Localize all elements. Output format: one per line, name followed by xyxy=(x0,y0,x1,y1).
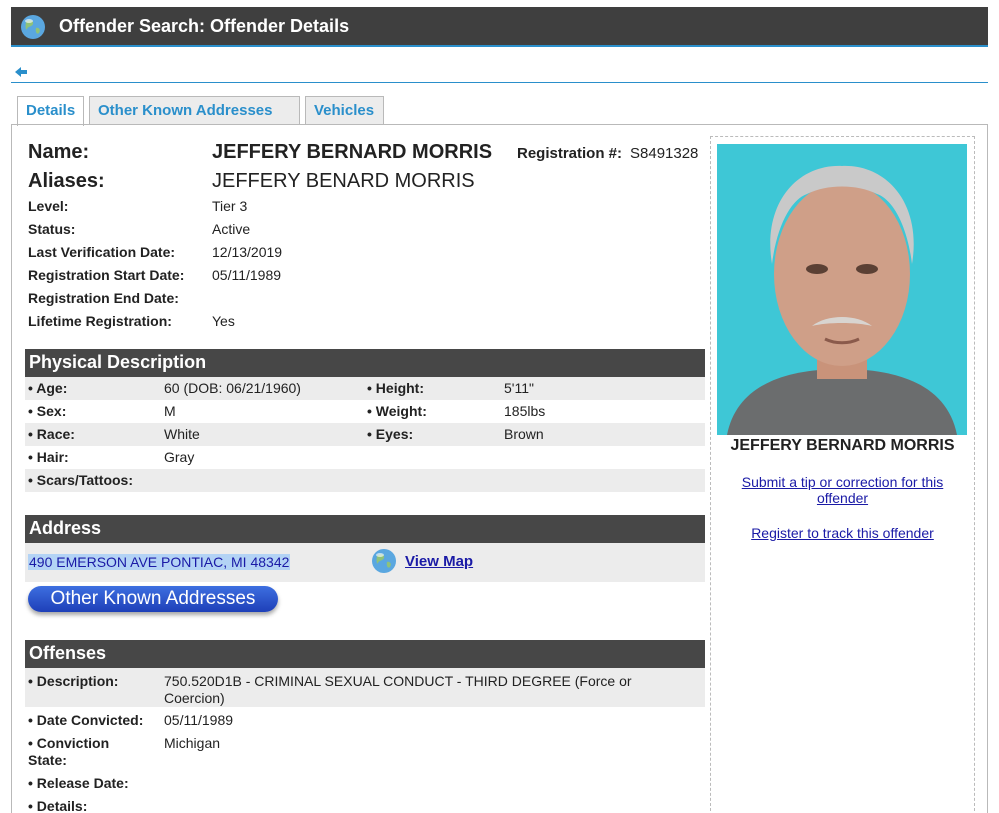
offender-photo xyxy=(717,144,967,435)
name-label: Name: xyxy=(28,141,90,163)
registration-number: S8491328 xyxy=(630,145,699,162)
view-map-link[interactable]: View Map xyxy=(405,553,473,570)
physical-description-heading: Physical Description xyxy=(25,349,705,377)
page-title: Offender Search: Offender Details xyxy=(59,16,350,36)
tab-other-known-addresses[interactable]: Other Known Addresses xyxy=(89,96,300,125)
physical-row-race-eyes: • Race: White • Eyes: Brown xyxy=(25,423,705,446)
submit-tip-link[interactable]: Submit a tip or correction for this offe… xyxy=(725,474,960,506)
other-known-addresses-button[interactable]: Other Known Addresses xyxy=(28,586,278,612)
back-row xyxy=(11,60,988,83)
offense-details-row: • Details: xyxy=(28,798,88,813)
address-heading: Address xyxy=(25,515,705,543)
address-text[interactable]: 490 EMERSON AVE PONTIAC, MI 48342 xyxy=(28,554,291,570)
offense-date-convicted-row: • Date Convicted: 05/11/1989 xyxy=(28,712,234,728)
aliases-value: JEFFERY BENARD MORRIS xyxy=(212,170,475,192)
physical-row-hair: • Hair: Gray xyxy=(28,449,195,465)
register-track-link[interactable]: Register to track this offender xyxy=(725,525,960,541)
globe-icon xyxy=(21,15,45,39)
offender-name: JEFFERY BERNARD MORRIS xyxy=(212,141,493,163)
header-bar: Offender Search: Offender Details xyxy=(11,7,988,47)
photo-caption-name: JEFFERY BERNARD MORRIS xyxy=(730,437,955,454)
aliases-label: Aliases: xyxy=(28,170,105,192)
tab-vehicles[interactable]: Vehicles xyxy=(305,96,384,125)
offense-release-date-row: • Release Date: xyxy=(28,775,129,791)
back-arrow-icon[interactable] xyxy=(14,66,28,78)
physical-row-scars: • Scars/Tattoos: xyxy=(25,469,705,492)
physical-row-age-height: • Age: 60 (DOB: 06/21/1960) • Height: 5'… xyxy=(25,377,705,400)
registration-label: Registration #: xyxy=(517,145,623,162)
offenses-heading: Offenses xyxy=(25,640,705,668)
offense-description-row: • Description: 750.520D1B - CRIMINAL SEX… xyxy=(25,668,705,707)
offense-conviction-state-row: • Conviction State: Michigan xyxy=(28,735,221,768)
offender-photo-illustration xyxy=(717,144,967,435)
tab-details[interactable]: Details xyxy=(17,96,84,126)
address-row: 490 EMERSON AVE PONTIAC, MI 48342 View M… xyxy=(25,543,705,582)
physical-row-sex-weight: • Sex: M • Weight: 185lbs xyxy=(28,403,546,419)
globe-map-icon[interactable] xyxy=(370,547,398,575)
